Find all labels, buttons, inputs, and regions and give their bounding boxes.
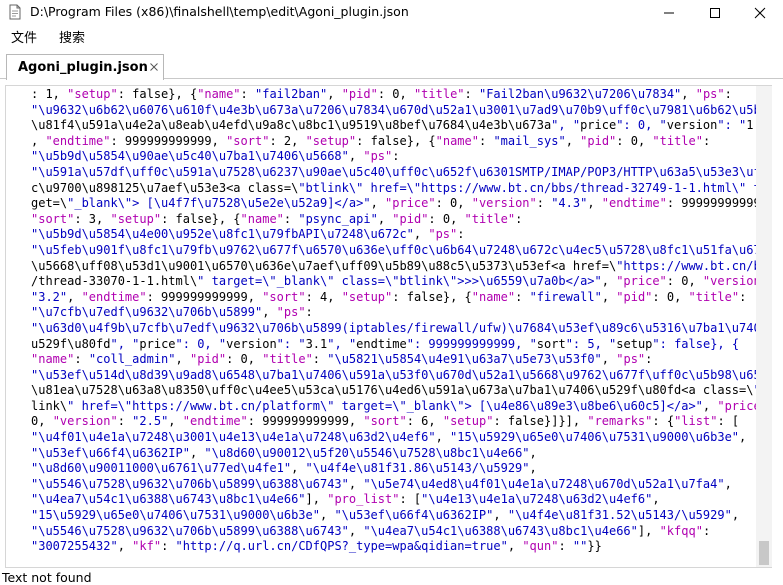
- editor-line: "\u7cfb\u7edf\u9632\u706b\u5899", "ps":: [31, 305, 313, 320]
- close-button[interactable]: [737, 0, 783, 26]
- editor-line: "\u9632\u6b62\u6076\u610f\u4e3b\u673a\u7…: [31, 102, 772, 117]
- editor-line: c\u9700\u898125\u7aef\u53e3<a class=\"bt…: [31, 180, 772, 195]
- editor-line: "\u63d0\u4f9b\u7cfb\u7edf\u9632\u706b\u5…: [31, 320, 771, 335]
- editor-line: "\u53ef\u514d\u8d39\u9ad8\u6548\u7ba1\u7…: [31, 367, 772, 382]
- editor-line: "3.2", "endtime": 999999999999, "sort": …: [31, 289, 747, 304]
- editor-line: "15\u5929\u65e0\u7406\u7531\u9000\u6b3e"…: [31, 508, 740, 523]
- maximize-button[interactable]: [692, 0, 738, 26]
- tab-agoni-plugin[interactable]: Agoni_plugin.json: [6, 54, 164, 80]
- editor-line: , "endtime": 999999999999, "sort": 2, "s…: [31, 133, 711, 148]
- editor-line: "\u4ea7\u54c1\u6388\u6743\u8bc1\u4e66"],…: [31, 492, 660, 507]
- menu-bar: 文件 搜索: [0, 28, 783, 50]
- app-icon: [7, 4, 23, 20]
- scrollbar-thumb[interactable]: [759, 541, 769, 565]
- editor-line: \u81f4\u591a\u4e2a\u8eab\u4efd\u9a8c\u8b…: [31, 118, 771, 133]
- status-bar: Text not found: [0, 570, 783, 585]
- editor-line: get=\"_blank\"> [\u4f7f\u7528\u5e2e\u52a…: [31, 196, 772, 211]
- editor-line: 0, "version": "2.5", "endtime": 99999999…: [31, 414, 740, 429]
- vertical-scrollbar[interactable]: [756, 86, 772, 567]
- editor-line: "sort": 3, "setup": false}, {"name": "ps…: [31, 211, 523, 226]
- editor-line: u529f\u80fd", "price": 0, "version": "3.…: [31, 336, 740, 351]
- editor-line: "3007255432", "kf": "http://q.url.cn/CDf…: [31, 539, 602, 554]
- menu-file[interactable]: 文件: [11, 30, 37, 48]
- editor-line: "\u53ef\u66f4\u6362IP", "\u8d60\u90012\u…: [31, 445, 537, 460]
- minimize-icon: [663, 7, 675, 19]
- status-text: Text not found: [2, 570, 92, 585]
- minimize-button[interactable]: [646, 0, 692, 26]
- maximize-icon: [709, 7, 721, 19]
- text-editor[interactable]: : 1, "setup": false}, {"name": "fail2ban…: [5, 85, 772, 568]
- editor-line: "\u5b9d\u5854\u4e00\u952e\u8fc1\u79fbAPI…: [31, 227, 465, 242]
- menu-search[interactable]: 搜索: [59, 30, 85, 48]
- editor-line: "\u8d60\u90011000\u6761\u77ed\u4fe1", "\…: [31, 461, 537, 476]
- editor-line: "\u5b9d\u5854\u90ae\u5c40\u7ba1\u7406\u5…: [31, 149, 400, 164]
- editor-line: /thread-33070-1-1.html\" target=\"_blank…: [31, 274, 771, 289]
- editor-line: link\" href=\"https://www.bt.cn/platform…: [31, 398, 771, 413]
- window-title: D:\Program Files (x86)\finalshell\temp\e…: [30, 4, 409, 19]
- editor-line: "name": "coll_admin", "pid": 0, "title":…: [31, 352, 653, 367]
- close-icon: [754, 7, 766, 19]
- editor-line: "\u5feb\u901f\u8fc1\u79fb\u9762\u677f\u6…: [31, 242, 772, 257]
- editor-line: "\u5546\u7528\u9632\u706b\u5899\u6388\u6…: [31, 523, 711, 538]
- editor-line: "\u591a\u57df\uff0c\u591a\u7528\u6237\u9…: [31, 164, 772, 179]
- close-icon[interactable]: [147, 60, 161, 74]
- editor-line: \u5668\uff08\u53d1\u9001\u6570\u636e\u7a…: [31, 258, 772, 273]
- title-bar: D:\Program Files (x86)\finalshell\temp\e…: [0, 0, 783, 26]
- editor-line: \u81ea\u7528\u63a8\u8350\uff0c\u4ee5\u53…: [31, 383, 771, 398]
- editor-line: "\u4f01\u4e1a\u7248\u3001\u4e13\u4e1a\u7…: [31, 430, 747, 445]
- tab-strip: Agoni_plugin.json: [0, 54, 783, 80]
- tab-label: Agoni_plugin.json: [18, 60, 148, 75]
- editor-line: : 1, "setup": false}, {"name": "fail2ban…: [31, 87, 732, 101]
- editor-line: "\u5546\u7528\u9632\u706b\u5899\u6388\u6…: [31, 476, 732, 491]
- editor-content[interactable]: : 1, "setup": false}, {"name": "fail2ban…: [6, 86, 771, 555]
